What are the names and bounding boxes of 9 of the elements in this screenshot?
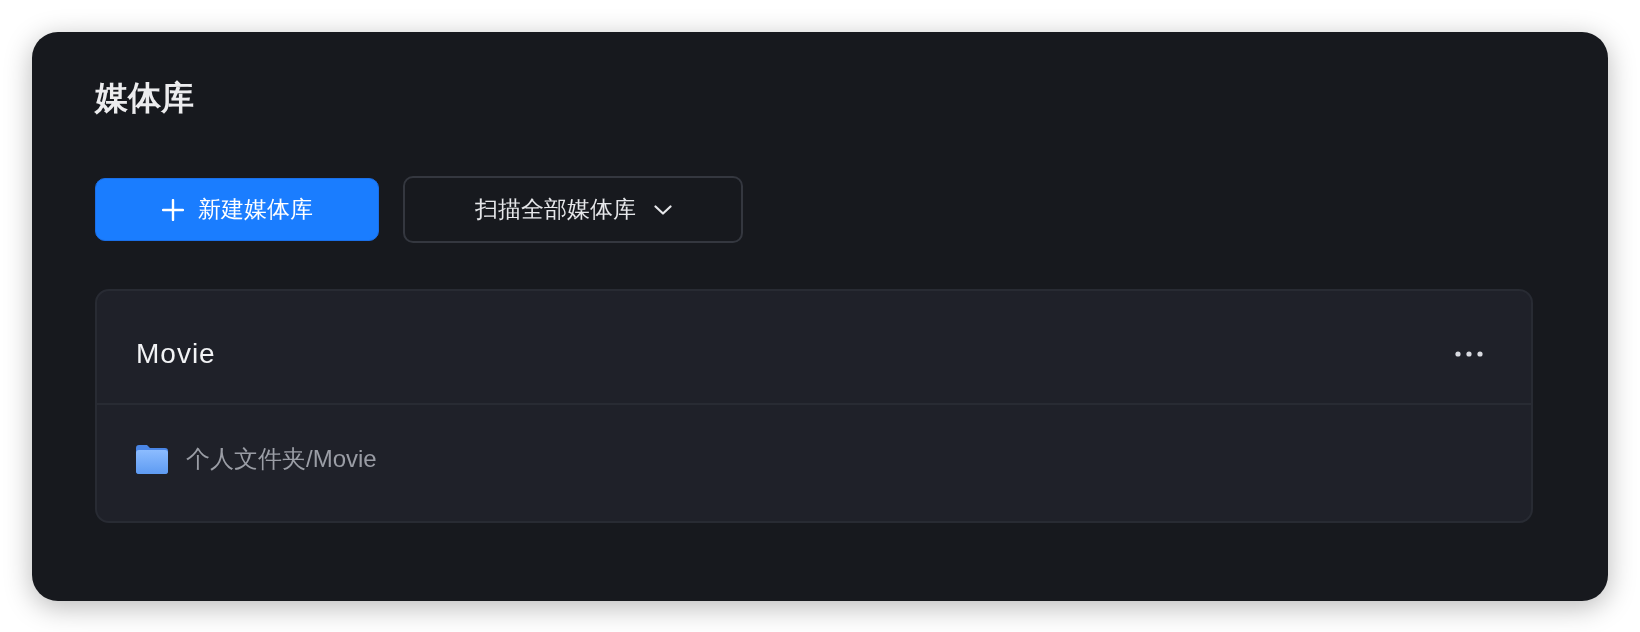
folder-icon	[136, 444, 168, 474]
panel-title: 媒体库	[95, 78, 194, 118]
scan-libraries-dropdown[interactable]: 扫描全部媒体库	[403, 176, 743, 243]
plus-icon	[161, 198, 184, 221]
folder-path: 个人文件夹/Movie	[186, 444, 377, 474]
chevron-down-icon	[653, 204, 672, 215]
more-options-icon[interactable]	[1455, 351, 1483, 357]
library-name: Movie	[136, 337, 216, 371]
new-library-button[interactable]: 新建媒体库	[95, 178, 379, 241]
